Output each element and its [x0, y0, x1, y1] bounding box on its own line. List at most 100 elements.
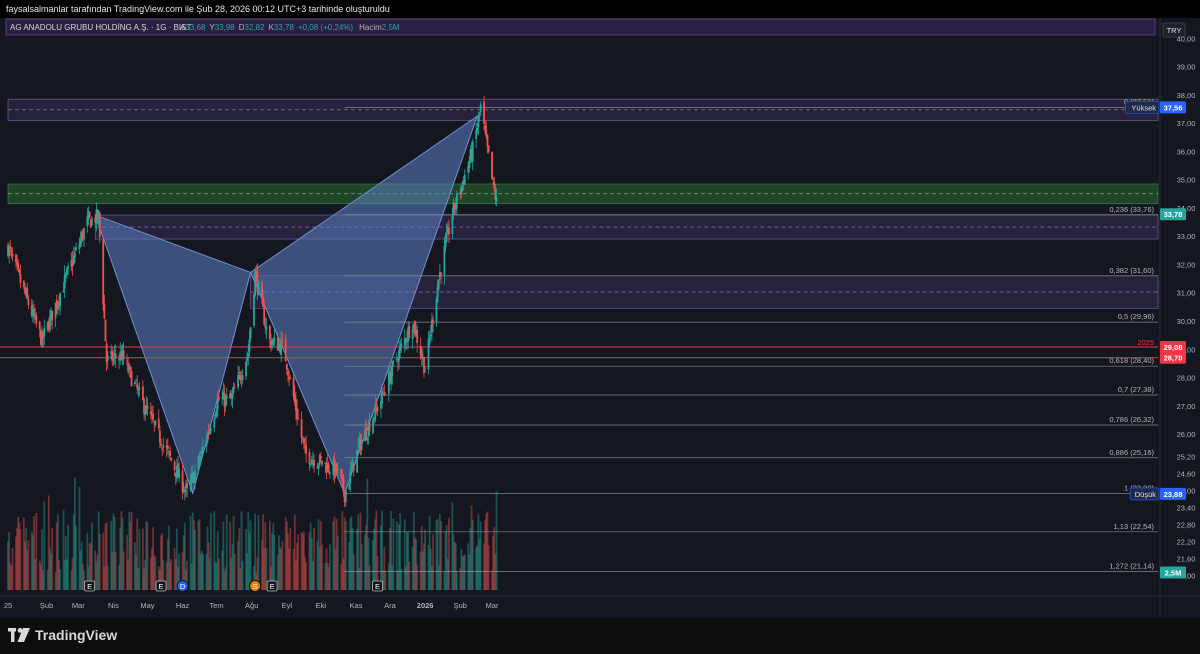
price-badge-tag-label: Yüksek	[1131, 103, 1156, 112]
legend-symbol[interactable]: AG ANADOLU GRUBU HOLDİNG A.Ş. · 1G · BIS…	[10, 23, 191, 32]
fib-level-label: 0,236 (33,76)	[1109, 205, 1154, 214]
time-tick-label: Eyl	[282, 601, 293, 610]
time-tick-label: Nis	[108, 601, 119, 610]
candle-body	[383, 392, 386, 394]
candle-body	[416, 329, 419, 344]
candle-body	[495, 197, 498, 202]
fib-level-label: 0,786 (26,32)	[1109, 415, 1154, 424]
hline-label: 2025	[1137, 338, 1154, 347]
price-chart[interactable]: AG ANADOLU GRUBU HOLDİNG A.Ş. · 1G · BIS…	[0, 18, 1200, 618]
volume-bar	[424, 529, 427, 590]
candle-body	[436, 286, 439, 303]
candle-body	[78, 243, 81, 250]
legend-ohlc: A33,68 Y33,98 D32,82 K33,78 +0,08 (+0,24%) Ha…	[180, 23, 400, 32]
fib-level-label: 1,272 (21,14)	[1109, 561, 1154, 570]
candle-body	[493, 181, 496, 189]
candle-body	[463, 174, 466, 186]
candle-body	[476, 127, 479, 133]
candle-body	[170, 457, 173, 461]
candle-body	[280, 339, 283, 356]
price-badge-tag-label: Düşük	[1135, 490, 1157, 499]
candle-body	[253, 294, 255, 326]
volume-bar	[313, 528, 315, 590]
volume-bar	[225, 514, 228, 590]
candle-body	[166, 445, 169, 450]
time-tick-label: May	[140, 601, 154, 610]
candle-body	[88, 211, 91, 218]
legend-volume-value: 2,5M	[382, 23, 400, 32]
candle-body	[408, 326, 411, 338]
candle-body	[432, 319, 434, 324]
candle-body	[391, 362, 394, 377]
candle-body	[98, 213, 101, 237]
volume-bar	[170, 559, 173, 590]
time-tick-label: Haz	[176, 601, 190, 610]
candle-body	[18, 269, 21, 273]
candle-body	[400, 343, 403, 346]
candle-body	[336, 469, 339, 471]
time-tick-label: Eki	[316, 601, 327, 610]
price-tick-label: 30,00	[1177, 317, 1196, 326]
candle-body	[423, 357, 425, 374]
candle-body	[308, 452, 311, 464]
candle-body	[261, 282, 263, 299]
candle-body	[160, 443, 162, 446]
candle-body	[249, 327, 252, 339]
candle-body	[90, 218, 93, 226]
candle-body	[491, 151, 493, 179]
candle-body	[114, 353, 117, 359]
price-tick-label: 26,00	[1177, 430, 1196, 439]
event-marker-label: E	[375, 582, 380, 591]
candle-body	[51, 310, 54, 321]
candle-body	[352, 462, 355, 471]
candle-body	[302, 438, 305, 444]
fib-level-label: 0,5 (29,96)	[1118, 312, 1155, 321]
candle-body	[17, 262, 20, 269]
volume-bar	[416, 564, 419, 590]
candle-body	[349, 470, 352, 484]
candle-body	[319, 456, 322, 459]
candle-body	[178, 468, 181, 479]
event-marker-label: E	[87, 582, 92, 591]
volume-bar	[487, 545, 490, 590]
candle-body	[154, 420, 157, 425]
screenshot-root: faysalsalmanlar tarafından TradingView.c…	[0, 0, 1200, 654]
volume-bar	[408, 561, 411, 590]
candle-body	[215, 410, 218, 417]
chart-frame[interactable]: AG ANADOLU GRUBU HOLDİNG A.Ş. · 1G · BIS…	[0, 18, 1200, 618]
candle-body	[43, 328, 46, 337]
price-tick-label: 35,00	[1177, 176, 1196, 185]
candle-body	[106, 355, 109, 361]
candle-body	[360, 440, 363, 450]
candle-body	[206, 432, 209, 443]
time-tick-label: Ağu	[245, 601, 258, 610]
candle-body	[239, 375, 242, 380]
event-marker-label: S	[253, 582, 258, 591]
candle-body	[468, 160, 471, 169]
candle-body	[348, 483, 351, 490]
candle-body	[231, 393, 234, 399]
candle-body	[118, 358, 120, 361]
time-tick-label: Kas	[350, 601, 363, 610]
candle-body	[247, 353, 250, 356]
candle-body	[287, 371, 289, 376]
volume-bar	[297, 534, 300, 590]
price-tick-label: 37,00	[1177, 119, 1196, 128]
volume-bar	[75, 525, 77, 590]
tradingview-logo[interactable]: TradingView	[8, 624, 117, 646]
candle-body	[138, 387, 141, 389]
candle-body	[486, 134, 489, 147]
volume-bar	[51, 528, 54, 590]
volume-bar	[495, 491, 498, 590]
candle-body	[285, 363, 288, 370]
candle-body	[427, 338, 430, 370]
candle-body	[356, 449, 359, 473]
candle-body	[130, 370, 133, 387]
tradingview-logo-text: TradingView	[35, 627, 118, 643]
candle-body	[487, 145, 490, 153]
candle-body	[103, 304, 106, 319]
volume-bar	[43, 501, 46, 590]
candle-body	[135, 380, 137, 382]
candle-body	[420, 353, 423, 359]
candle-body	[217, 396, 220, 401]
